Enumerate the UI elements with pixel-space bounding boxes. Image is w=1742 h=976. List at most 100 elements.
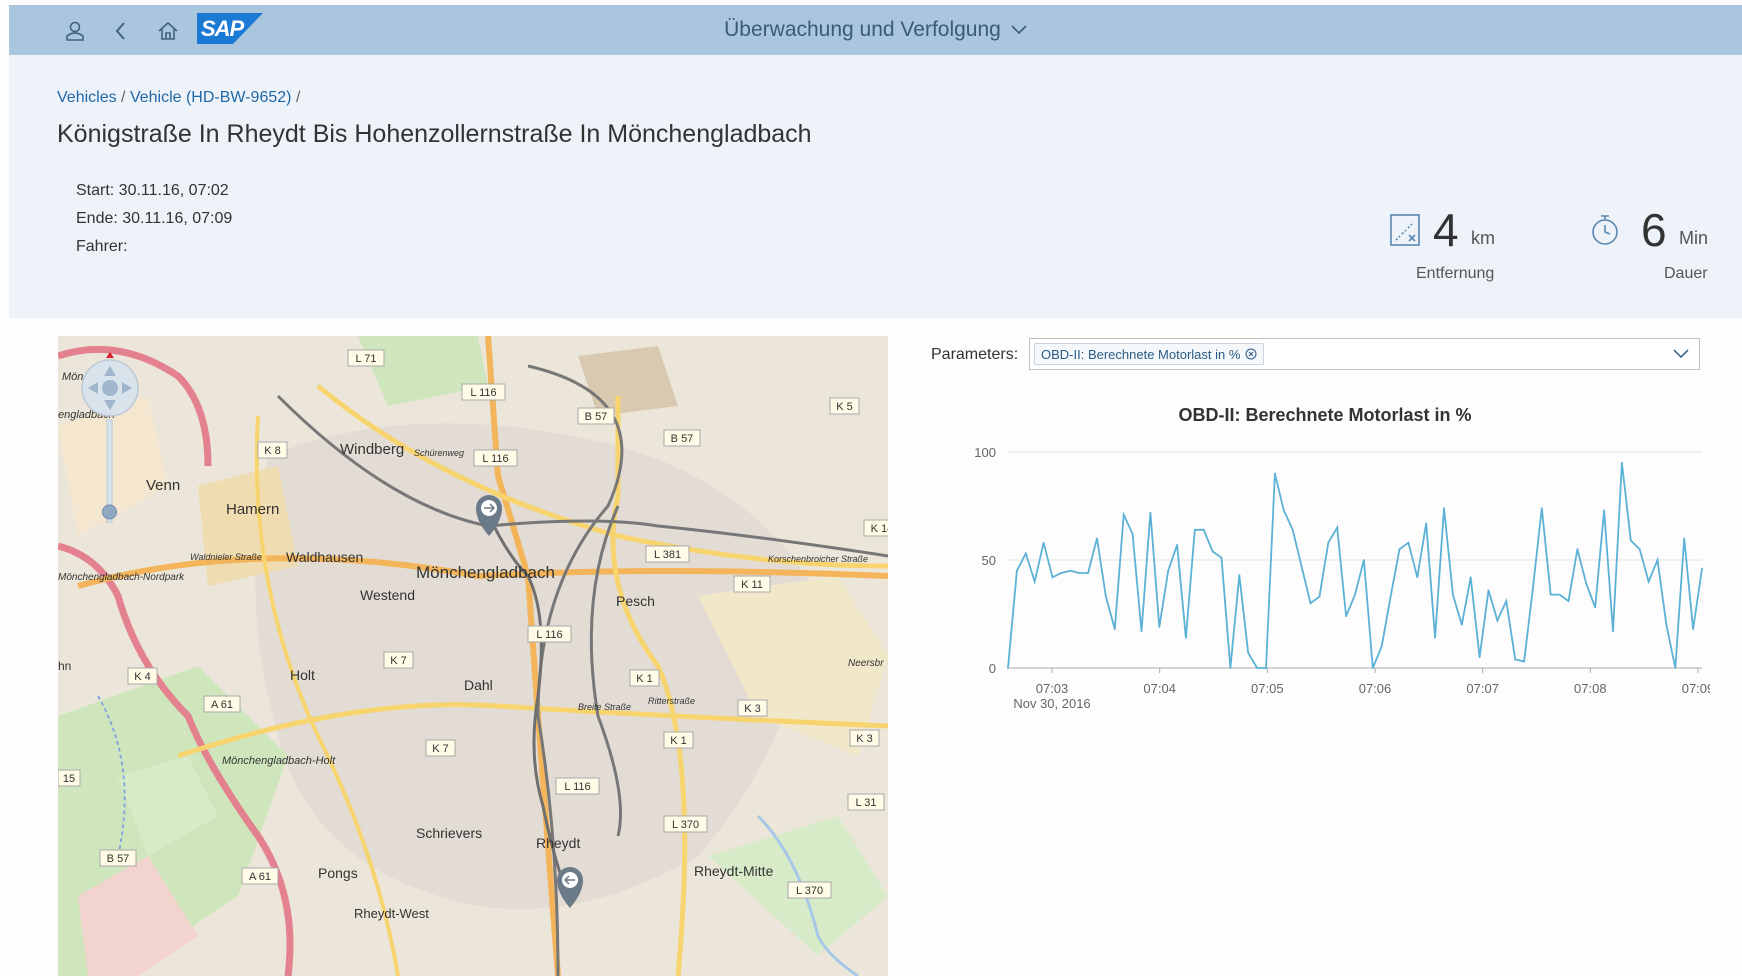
chart-point — [1443, 507, 1445, 510]
kpi-distance: 4 km Entfernung — [1389, 203, 1519, 282]
chart-point — [1042, 541, 1045, 544]
chart-point — [1629, 539, 1632, 542]
map-place-label: Windberg — [340, 441, 404, 458]
home-button[interactable] — [152, 15, 184, 47]
chart-point — [1389, 595, 1392, 598]
chart-point — [1692, 628, 1695, 631]
map-place-label: Dahl — [464, 677, 493, 693]
map-place-label: Rheydt-Mitte — [694, 863, 774, 879]
road-shield-label: K 8 — [264, 445, 281, 457]
object-header: Vehicles / Vehicle (HD-BW-9652) / Königs… — [9, 55, 1742, 318]
road-shield-label: L 116 — [536, 629, 562, 641]
chart-point — [1362, 559, 1365, 561]
map-place-label: Mönchengladbach-Nordpark — [58, 572, 185, 583]
road-shield-label: K 1 — [670, 735, 687, 747]
chart-point — [1078, 572, 1081, 574]
map-place-label: Schürenweg — [414, 448, 464, 458]
user-button[interactable] — [59, 15, 91, 47]
back-button[interactable] — [105, 15, 137, 47]
breadcrumb-separator: / — [295, 89, 301, 106]
map-place-label: Rheydt — [536, 835, 580, 851]
user-icon — [66, 21, 84, 41]
chart-point — [1024, 552, 1027, 555]
road-shield-label: K 14 — [871, 523, 888, 535]
line-chart[interactable]: 0 50 100 07:03Nov 30, 2016 07:04 07:05 07:06 07… — [960, 440, 1710, 720]
chart-series-line — [1007, 462, 1703, 669]
road-shield-label: L 116 — [564, 781, 590, 793]
map-place-label: Rheydt-West — [354, 906, 429, 921]
route-map-icon — [1390, 214, 1420, 246]
breadcrumb-separator: / — [121, 89, 130, 106]
kpi-duration: 6 Min Dauer — [1589, 203, 1719, 282]
map-place-label: Holt — [290, 667, 315, 683]
back-icon — [115, 22, 125, 40]
x-tick-sublabel: Nov 30, 2016 — [1013, 696, 1090, 711]
chart-point — [1256, 667, 1259, 669]
chart-point — [1327, 541, 1330, 544]
x-tick-label: 07:05 — [1251, 681, 1284, 696]
shell-header: SAP Überwachung und Verfolgung — [9, 5, 1742, 55]
chart-point — [1033, 580, 1036, 583]
chart-point — [1674, 667, 1677, 669]
sap-logo-text: SAP — [201, 16, 244, 41]
end-time: Ende: 30.11.16, 07:09 — [76, 210, 233, 227]
road-shield-label: A 61 — [211, 699, 233, 711]
chart-point — [1371, 667, 1374, 669]
road-shield-label: A 61 — [249, 871, 271, 883]
road-shield-label: K 11 — [741, 579, 763, 591]
chart-point — [1603, 509, 1606, 512]
chart-point — [1149, 511, 1152, 514]
chart-point — [1656, 559, 1659, 561]
route-map[interactable]: Mönchengladbach Windberg Venn Hamern Waldhau… — [58, 336, 888, 976]
chart-point — [1211, 550, 1214, 553]
chart-point — [1122, 513, 1125, 516]
road-shield-label: B 57 — [585, 411, 608, 423]
chart-point — [1291, 528, 1294, 531]
road-shield-label: K 5 — [836, 401, 853, 413]
chart-point — [1113, 628, 1116, 631]
road-shield-label: L 370 — [796, 885, 823, 897]
chart-point — [1202, 528, 1205, 531]
chart-point — [1549, 593, 1552, 596]
chart-point — [1096, 537, 1098, 540]
duration-unit: Min — [1679, 228, 1709, 248]
page-title: Königstraße In Rheydt Bis Hohenzollernst… — [57, 120, 812, 148]
chart-point — [1638, 548, 1641, 551]
start-time: Start: 30.11.16, 07:02 — [76, 182, 229, 199]
chart-point — [1007, 667, 1009, 669]
chart-point — [1060, 572, 1063, 574]
map-place-label: Venn — [146, 477, 180, 494]
app-title-menu[interactable]: Überwachung und Verfolgung — [724, 18, 1027, 42]
breadcrumb-link-vehicle[interactable]: Vehicle (HD-BW-9652) — [130, 89, 292, 106]
chart-point — [1594, 606, 1597, 609]
road-shield-label: L 31 — [855, 797, 876, 809]
chart-point — [1487, 589, 1490, 592]
chart-point — [1318, 595, 1321, 598]
breadcrumb-link-vehicles[interactable]: Vehicles — [57, 89, 117, 106]
chart-point — [1167, 569, 1170, 572]
chart-point — [1621, 461, 1623, 464]
chart-point — [1069, 569, 1072, 572]
chart-point — [1416, 576, 1419, 579]
chart-point — [1185, 636, 1187, 639]
chart-point — [1612, 630, 1614, 633]
chart-point — [1425, 522, 1428, 525]
road-shield-label: L 370 — [672, 819, 699, 831]
chart-point — [1051, 576, 1054, 579]
chevron-down-icon[interactable] — [1673, 349, 1689, 359]
y-tick-label: 0 — [989, 661, 996, 676]
chart-point — [1354, 593, 1356, 596]
remove-token-icon[interactable] — [1245, 348, 1257, 360]
chart-point — [1158, 626, 1161, 628]
chart-point — [1701, 567, 1703, 570]
parameter-token[interactable]: OBD-II: Berechnete Motorlast in % — [1034, 343, 1265, 365]
chart-point — [1131, 533, 1134, 535]
road-shield-label: K 7 — [432, 743, 449, 755]
chart-point — [1576, 548, 1579, 551]
chart-point — [1407, 541, 1410, 544]
parameters-multi-combobox[interactable]: OBD-II: Berechnete Motorlast in % — [1029, 338, 1700, 370]
map-place-label: Waldnieler Straße — [190, 552, 262, 562]
duration-label: Dauer — [1664, 265, 1708, 282]
driver: Fahrer: — [76, 238, 128, 255]
chart-point — [1523, 660, 1525, 663]
